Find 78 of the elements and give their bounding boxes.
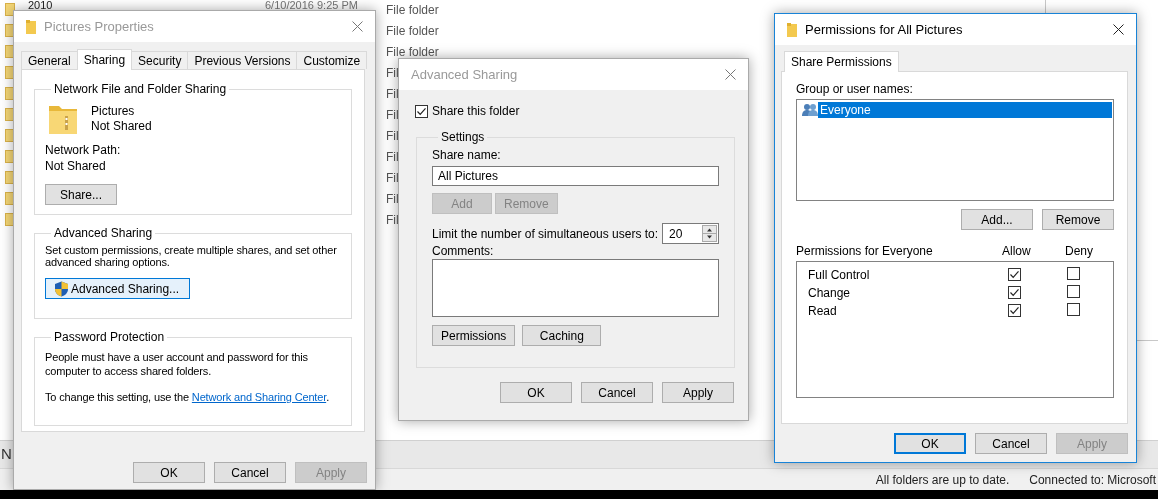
tab[interactable]: Customize [296,51,368,69]
description-text: Set custom permissions, create multiple shares, and set other advanced sharing options. [45,244,338,268]
dialog-button[interactable]: OK [133,462,205,483]
tab[interactable]: General [21,51,78,69]
status-text: All folders are up to date. [875,472,1010,487]
file-type: Fil [386,87,399,101]
folder-icon [787,22,797,37]
column-header: Allow [1002,244,1032,258]
description-text: People must have a user account and password for this computer to access shared folders. [45,350,309,378]
file-type: File folder [386,45,439,59]
file-type: Fil [386,108,399,122]
column-header: Permissions for Everyone [796,244,934,258]
user-button[interactable]: Add... [961,209,1033,230]
settings-button[interactable]: Caching [522,325,602,346]
close-icon[interactable] [1113,24,1124,35]
field-label: Comments: [432,244,494,258]
shield-icon [54,280,69,297]
tab[interactable]: Share Permissions [784,51,899,72]
file-type: Fil [386,192,399,206]
dialog-button[interactable]: OK [894,433,966,454]
group-title: Password Protection [53,330,166,344]
share-button[interactable]: Share... [45,184,117,205]
folder-icon [5,3,15,16]
dialog-button[interactable]: OK [500,382,572,403]
user-button[interactable]: Remove [1042,209,1114,230]
window-title: Permissions for All Pictures [805,22,964,37]
checkbox[interactable] [1008,267,1021,281]
checkbox[interactable] [1067,267,1080,280]
file-name: 2010 [28,0,53,10]
folder-name: Pictures [91,104,136,119]
advanced-sharing-button[interactable]: Advanced Sharing... [45,278,191,299]
dialog-button[interactable]: Cancel [975,433,1047,454]
window-title: Pictures Properties [44,19,155,34]
file-type: Fil [386,66,399,80]
file-type: File folder [386,24,439,38]
field-label: Group or user names: [796,82,914,96]
group-title: Advanced Sharing [53,226,154,240]
permission-name: Read [808,304,838,318]
field-label: Limit the number of simultaneous users to: [432,226,659,241]
network-path-value: Not Shared [45,158,107,174]
network-sharing-link[interactable]: Network and Sharing Center [191,391,327,403]
dialog-button[interactable]: Cancel [581,382,653,403]
file-type: File folder [386,3,439,17]
checkbox[interactable] [1008,303,1021,317]
file-type: Fil [386,129,399,143]
cut-text: N [1,444,12,464]
dialog-button[interactable]: Apply [662,382,734,403]
checkbox[interactable] [1008,285,1021,299]
column-header: Deny [1065,244,1094,258]
network-path-label: Network Path: [45,142,122,158]
tab[interactable]: Security [131,51,189,69]
instruction-text: To change this setting, use the Network and Sharing Center. [45,390,331,404]
window-title: Advanced Sharing [411,67,519,82]
permission-name: Full Control [808,268,871,282]
field-label: Share name: [432,148,501,162]
group-title: Settings [440,130,486,144]
file-type: Fil [386,150,399,164]
user-limit-spinner[interactable]: 20 [662,223,719,244]
share-status: Not Shared [91,119,152,134]
checkbox[interactable] [415,104,428,118]
share-name-field[interactable]: All Pictures [432,166,719,186]
comments-field[interactable] [432,259,719,317]
permission-name: Change [808,286,852,300]
file-type: Fil [386,213,399,227]
list-item[interactable]: Everyone [818,102,1112,118]
folder-icon [26,19,36,34]
checkbox[interactable] [1067,285,1080,298]
settings-button[interactable]: Permissions [432,325,516,346]
tab[interactable]: Sharing [76,49,133,70]
status-text: Connected to: Microsoft [1029,472,1156,487]
dialog-button[interactable]: Cancel [214,462,286,483]
users-icon [802,103,818,117]
file-type: Fil [386,171,399,185]
checkbox[interactable] [1067,303,1080,316]
group-title: Network File and Folder Sharing [53,82,228,96]
date-modified: 6/10/2016 9:25 PM [265,0,358,10]
spin-arrows-icon[interactable] [702,225,717,242]
checkbox-label: Share this folder [432,104,520,118]
